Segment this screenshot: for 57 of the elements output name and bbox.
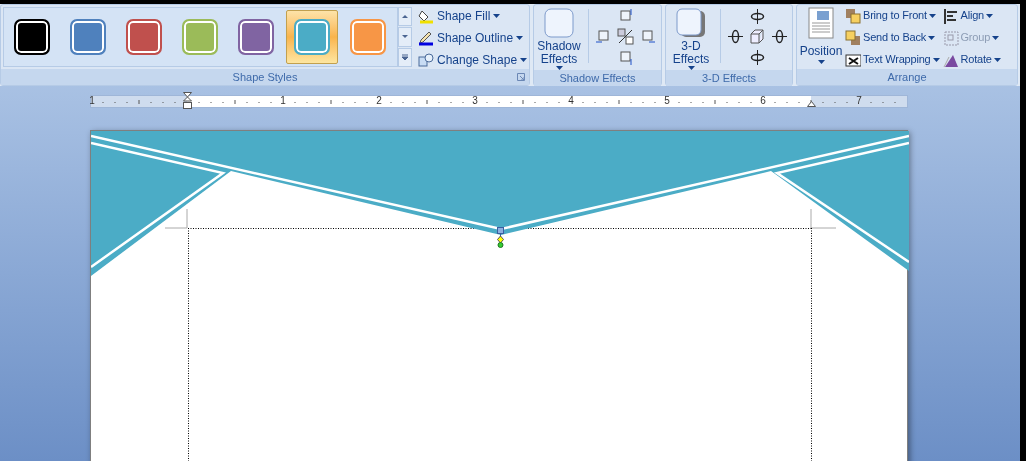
scroll-up-button[interactable] bbox=[398, 7, 412, 27]
caret-icon bbox=[993, 57, 1001, 62]
shapes-icon bbox=[418, 51, 434, 68]
ruler-number: 3 bbox=[472, 95, 478, 107]
arrow-icon bbox=[401, 13, 409, 21]
document-picture-icon bbox=[808, 7, 834, 39]
indent-marker-icon bbox=[183, 92, 192, 110]
position-button[interactable]: Position bbox=[797, 5, 845, 69]
dialog-launcher-icon bbox=[517, 73, 525, 81]
ruler-number: 4 bbox=[568, 95, 574, 107]
shadow-toggle-icon bbox=[616, 28, 634, 46]
ruler-number: 2 bbox=[376, 95, 382, 107]
caret-icon bbox=[493, 13, 501, 18]
command-button[interactable]: Shape Outline bbox=[418, 28, 528, 47]
group-label: 3-D Effects bbox=[701, 70, 757, 86]
ruler-number: 5 bbox=[664, 95, 670, 107]
caret-icon bbox=[928, 13, 936, 18]
caret-icon bbox=[992, 35, 1000, 40]
arrange-icon bbox=[942, 7, 959, 24]
pencil-icon bbox=[418, 29, 434, 46]
ruler-number: 1 bbox=[89, 95, 95, 107]
group-label: Arrange bbox=[887, 69, 927, 85]
3d-toggle-button[interactable] bbox=[748, 28, 766, 46]
effects-button[interactable]: Shadow Effects bbox=[534, 5, 584, 70]
caret-icon bbox=[928, 35, 936, 40]
arrange-icon bbox=[845, 51, 861, 68]
caret-icon bbox=[817, 60, 825, 64]
style-swatch[interactable] bbox=[286, 10, 338, 64]
command-button[interactable]: Align bbox=[942, 6, 1001, 25]
cube-icon bbox=[748, 28, 766, 46]
arrow-icon bbox=[401, 53, 409, 61]
arrow-icon bbox=[401, 33, 409, 41]
ruler-number: 7 bbox=[856, 95, 862, 107]
ruler-number: 6 bbox=[760, 95, 766, 107]
ruler-number: 1 bbox=[280, 95, 286, 107]
scroll-down-button[interactable] bbox=[398, 27, 412, 47]
indent-marker-icon bbox=[807, 101, 816, 107]
caret-icon bbox=[520, 57, 528, 62]
arrange-icon bbox=[845, 7, 861, 24]
arrange-icon bbox=[942, 29, 959, 46]
bevel-square-icon bbox=[675, 7, 707, 39]
caret-icon bbox=[516, 35, 524, 40]
rounded-square-icon bbox=[543, 7, 575, 39]
command-button[interactable]: Rotate bbox=[942, 50, 1001, 69]
command-button[interactable]: Change Shape bbox=[418, 50, 528, 69]
effects-button[interactable]: 3-D Effects bbox=[666, 5, 716, 70]
group-label: Shape Styles bbox=[232, 69, 298, 85]
caret-icon bbox=[986, 13, 993, 18]
command-button[interactable]: Shape Fill bbox=[418, 6, 528, 25]
command-button[interactable]: Send to Back bbox=[845, 28, 940, 47]
caret-icon bbox=[932, 57, 940, 62]
arrange-icon bbox=[845, 29, 861, 46]
more-button[interactable] bbox=[398, 47, 412, 67]
shadow-toggle-button[interactable] bbox=[616, 28, 634, 46]
group-label: Shadow Effects bbox=[559, 70, 636, 86]
command-button[interactable]: Text Wrapping bbox=[845, 50, 940, 69]
command-button[interactable]: Bring to Front bbox=[845, 6, 940, 25]
